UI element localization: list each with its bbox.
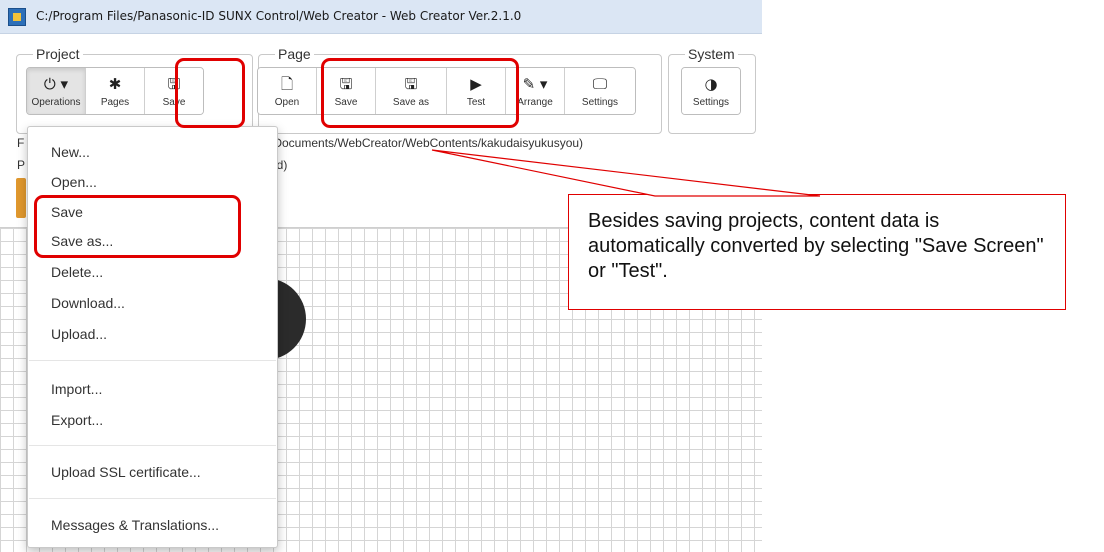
highlight-project-save <box>175 58 245 128</box>
highlight-page-save-test <box>321 58 519 128</box>
callout-pointer <box>431 149 821 197</box>
highlight-menu-save <box>34 195 241 258</box>
